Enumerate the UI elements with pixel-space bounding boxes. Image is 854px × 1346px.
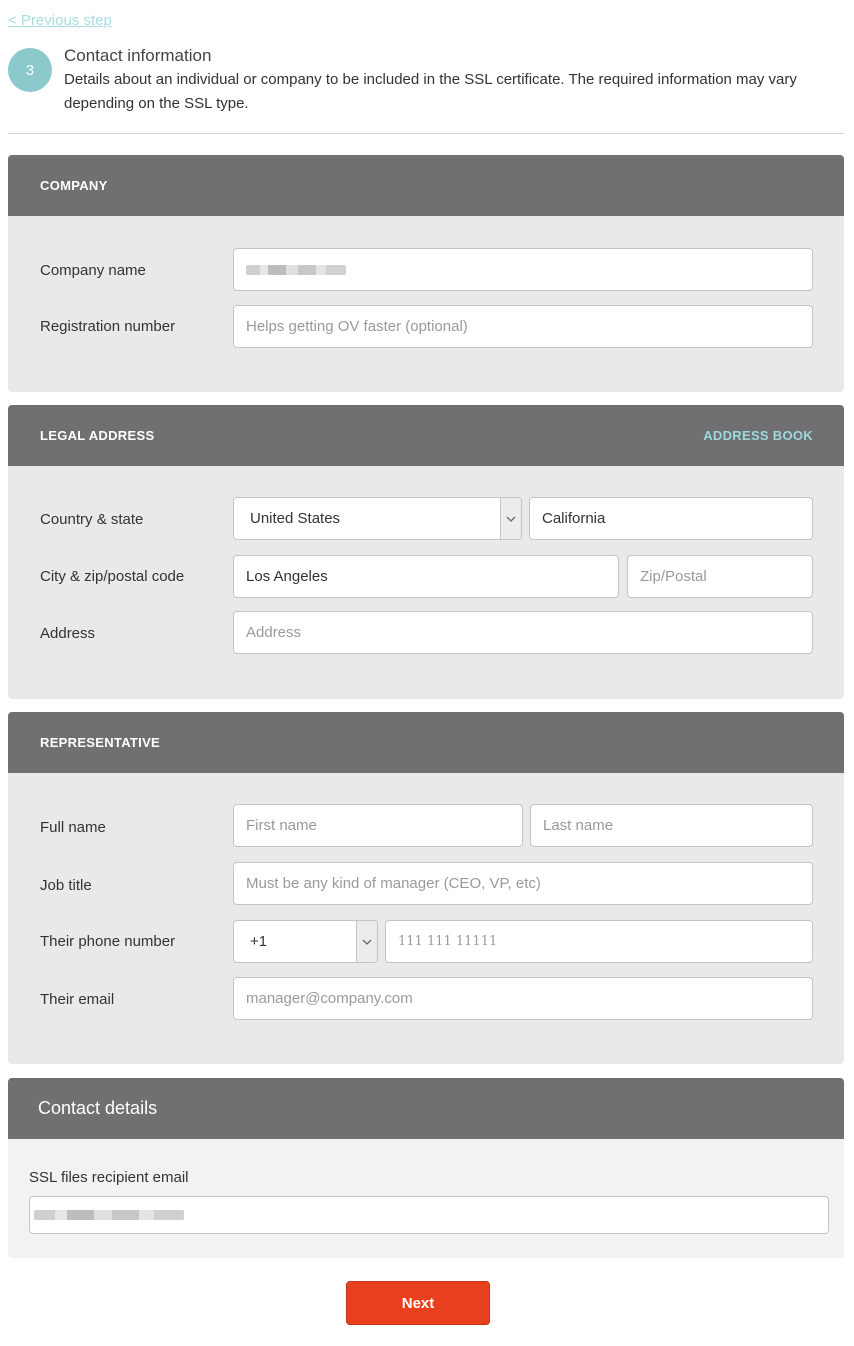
last-name-input[interactable]: Last name — [530, 804, 813, 847]
recipient-email-input[interactable] — [29, 1196, 829, 1234]
job-title-label: Job title — [40, 877, 92, 894]
zip-input[interactable]: Zip/Postal — [627, 555, 813, 598]
first-name-input[interactable]: First name — [233, 804, 523, 847]
step-title: Contact information — [64, 46, 212, 65]
country-select[interactable]: United States — [233, 497, 522, 540]
email-label: Their email — [40, 991, 115, 1008]
chevron-down-icon — [500, 498, 521, 539]
full-name-label: Full name — [40, 819, 106, 836]
company-name-label: Company name — [40, 262, 146, 279]
redacted-recipient-email — [34, 1210, 184, 1220]
legal-address-panel-header: LEGAL ADDRESS ADDRESS BOOK — [8, 405, 844, 466]
recipient-email-label: SSL files recipient email — [29, 1169, 189, 1186]
step-header: 3 Contact information Details about an i… — [8, 46, 848, 116]
registration-number-input[interactable]: Helps getting OV faster (optional) — [233, 305, 813, 348]
step-description: Details about an individual or company t… — [64, 71, 797, 112]
phone-label: Their phone number — [40, 933, 176, 950]
address-book-link[interactable]: ADDRESS BOOK — [703, 428, 813, 443]
contact-details-panel: Contact details SSL files recipient emai… — [8, 1078, 844, 1258]
contact-details-header: Contact details — [8, 1078, 844, 1139]
contact-details-title: Contact details — [38, 1098, 158, 1118]
country-select-value: United States — [250, 510, 341, 527]
representative-panel-title: REPRESENTATIVE — [40, 735, 161, 750]
email-input[interactable]: manager@company.com — [233, 977, 813, 1020]
phone-input[interactable]: 111 111 11111 — [385, 920, 813, 963]
state-input[interactable]: California — [529, 497, 813, 540]
city-input[interactable]: Los Angeles — [233, 555, 619, 598]
company-panel-header: COMPANY — [8, 155, 844, 216]
step-number-badge: 3 — [8, 48, 52, 92]
address-label: Address — [40, 625, 96, 642]
city-zip-label: City & zip/postal code — [40, 568, 185, 585]
country-state-label: Country & state — [40, 511, 144, 528]
address-input[interactable]: Address — [233, 611, 813, 654]
company-name-input[interactable] — [233, 248, 813, 291]
representative-panel-header: REPRESENTATIVE — [8, 712, 844, 773]
legal-address-panel-title: LEGAL ADDRESS — [40, 428, 155, 443]
divider — [8, 133, 844, 134]
previous-step-link[interactable]: < Previous step — [8, 12, 112, 29]
registration-number-label: Registration number — [40, 318, 176, 335]
company-panel: COMPANY Company name Registration number… — [8, 155, 844, 392]
company-panel-title: COMPANY — [40, 178, 108, 193]
phone-code-value: +1 — [250, 933, 268, 950]
chevron-down-icon — [356, 921, 377, 962]
redacted-company-name — [246, 264, 346, 275]
representative-panel: REPRESENTATIVE Full name First name Last… — [8, 712, 844, 1064]
legal-address-panel: LEGAL ADDRESS ADDRESS BOOK Country & sta… — [8, 405, 844, 699]
phone-code-select[interactable]: +1 — [233, 920, 378, 963]
job-title-input[interactable]: Must be any kind of manager (CEO, VP, et… — [233, 862, 813, 905]
next-button[interactable]: Next — [346, 1281, 490, 1325]
